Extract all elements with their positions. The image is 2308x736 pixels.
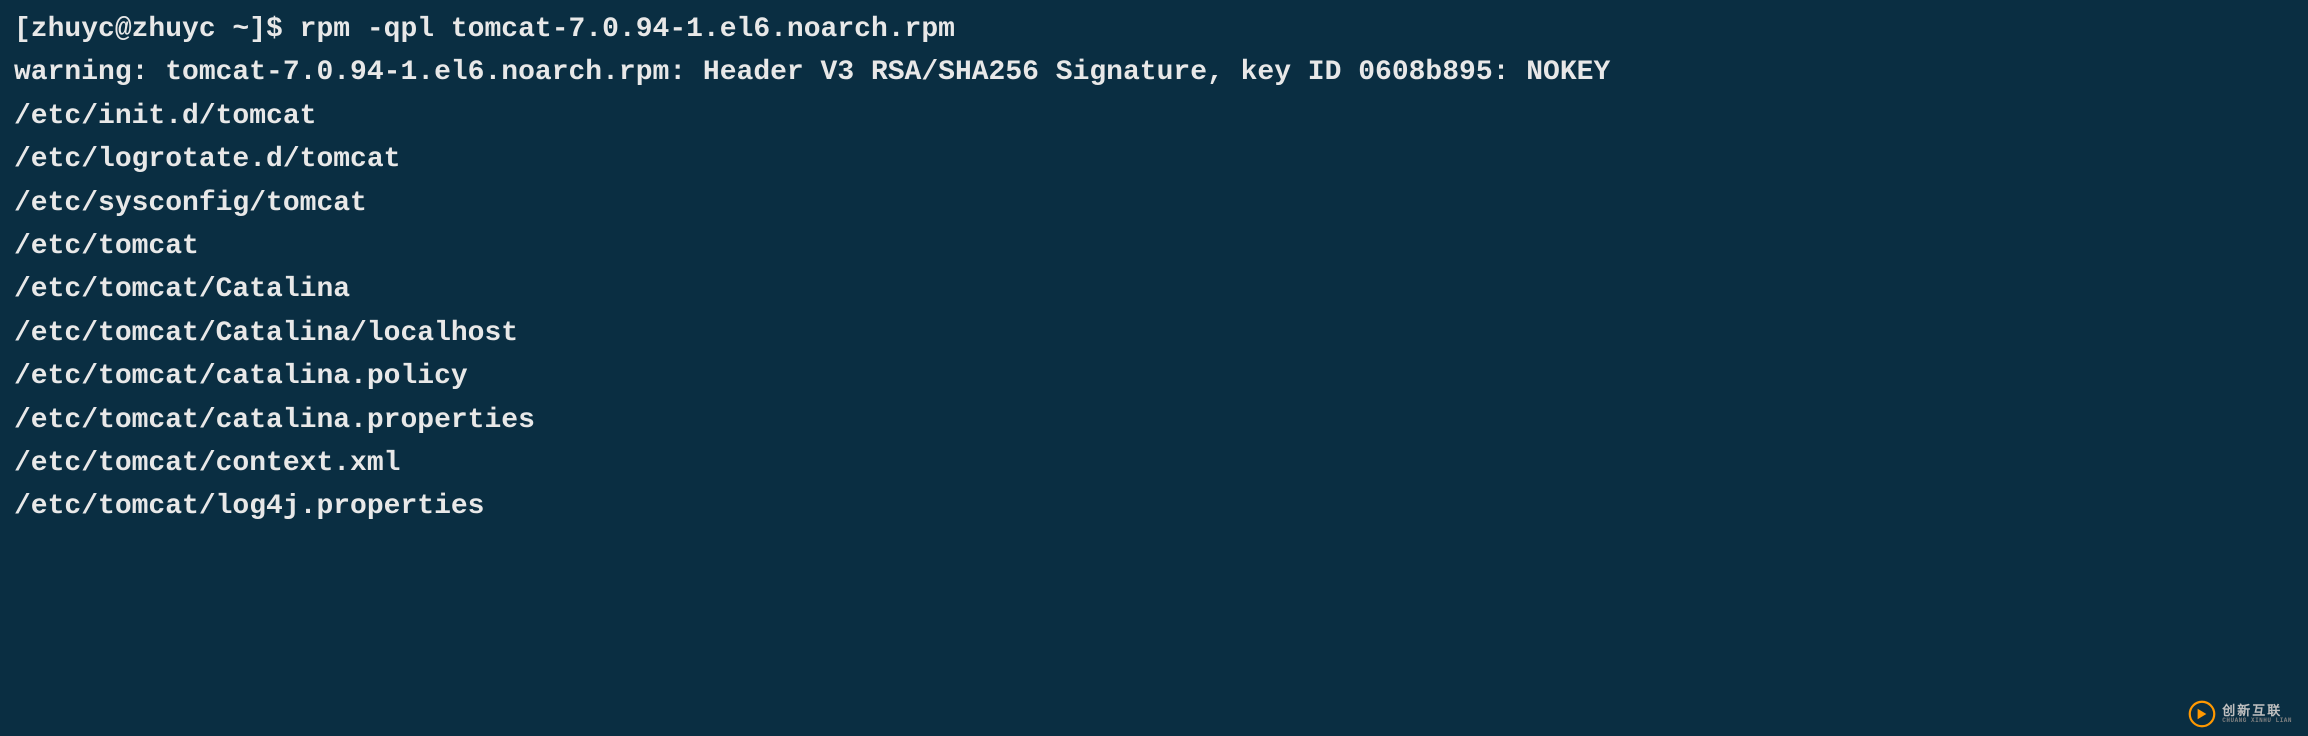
- output-line: /etc/tomcat/catalina.properties: [14, 399, 2294, 442]
- output-line: /etc/tomcat/catalina.policy: [14, 355, 2294, 398]
- output-line: /etc/tomcat/Catalina/localhost: [14, 312, 2294, 355]
- watermark: 创新互联 CHUANG XINHU LIAN: [2188, 700, 2292, 728]
- shell-command: rpm -qpl tomcat-7.0.94-1.el6.noarch.rpm: [300, 14, 955, 45]
- watermark-logo-icon: [2188, 700, 2216, 728]
- watermark-sub-text: CHUANG XINHU LIAN: [2222, 718, 2292, 724]
- output-line: /etc/tomcat/Catalina: [14, 268, 2294, 311]
- output-line: /etc/tomcat: [14, 225, 2294, 268]
- watermark-text: 创新互联 CHUANG XINHU LIAN: [2222, 705, 2292, 724]
- shell-prompt: [zhuyc@zhuyc ~]$: [14, 14, 300, 45]
- output-line: /etc/init.d/tomcat: [14, 95, 2294, 138]
- output-line: warning: tomcat-7.0.94-1.el6.noarch.rpm:…: [14, 51, 2294, 94]
- output-line: /etc/logrotate.d/tomcat: [14, 138, 2294, 181]
- output-line: /etc/tomcat/context.xml: [14, 442, 2294, 485]
- output-line: /etc/sysconfig/tomcat: [14, 182, 2294, 225]
- command-line: [zhuyc@zhuyc ~]$ rpm -qpl tomcat-7.0.94-…: [14, 8, 2294, 51]
- watermark-main-text: 创新互联: [2222, 705, 2292, 718]
- output-line: /etc/tomcat/log4j.properties: [14, 485, 2294, 528]
